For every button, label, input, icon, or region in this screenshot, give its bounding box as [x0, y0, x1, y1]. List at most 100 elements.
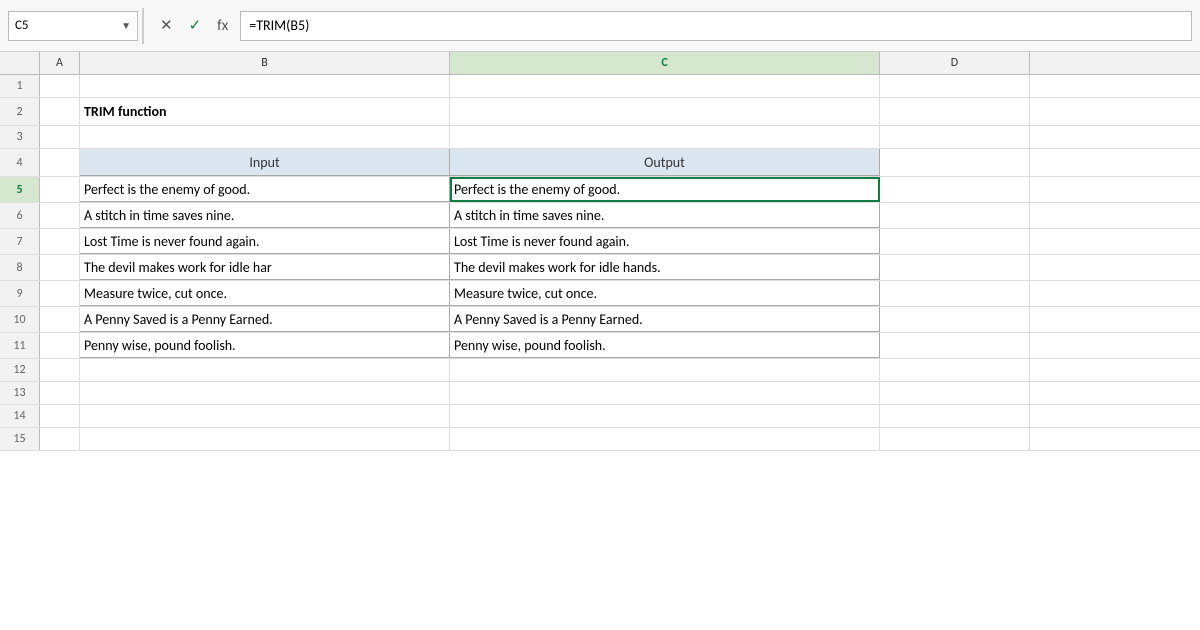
table-row: 8 The devil makes work for idle har The …	[0, 255, 1200, 281]
cell-A10[interactable]	[40, 307, 80, 332]
confirm-formula-icon[interactable]: ✓	[185, 14, 206, 37]
cell-D15[interactable]	[880, 428, 1030, 450]
row-number: 12	[0, 359, 40, 381]
spreadsheet: A B C D 1 2 TRIM function 3	[0, 52, 1200, 630]
name-box-dropdown-icon[interactable]: ▼	[121, 19, 131, 32]
row-number: 11	[0, 333, 40, 358]
cell-D14[interactable]	[880, 405, 1030, 427]
cell-D12[interactable]	[880, 359, 1030, 381]
col-header-C[interactable]: C	[450, 52, 880, 74]
cell-A2[interactable]	[40, 98, 80, 125]
cell-C10[interactable]: A Penny Saved is a Penny Earned.	[450, 307, 880, 332]
cancel-formula-icon[interactable]: ✕	[156, 14, 177, 37]
table-row: 9 Measure twice, cut once. Measure twice…	[0, 281, 1200, 307]
formula-input[interactable]: =TRIM(B5)	[240, 11, 1192, 41]
cell-C9[interactable]: Measure twice, cut once.	[450, 281, 880, 306]
cell-B6[interactable]: A stitch in time saves nine.	[80, 203, 450, 228]
cell-B1[interactable]	[80, 75, 450, 97]
cell-B14[interactable]	[80, 405, 450, 427]
cell-A13[interactable]	[40, 382, 80, 404]
cell-A1[interactable]	[40, 75, 80, 97]
cell-C6[interactable]: A stitch in time saves nine.	[450, 203, 880, 228]
cell-C2[interactable]	[450, 98, 880, 125]
cell-D2[interactable]	[880, 98, 1030, 125]
formula-bar: C5 ▼ ✕ ✓ fx =TRIM(B5)	[0, 0, 1200, 52]
cell-D3[interactable]	[880, 126, 1030, 148]
table-row: 14	[0, 405, 1200, 428]
cell-C7[interactable]: Lost Time is never found again.	[450, 229, 880, 254]
cell-B12[interactable]	[80, 359, 450, 381]
corner-cell	[0, 52, 40, 74]
cell-C12[interactable]	[450, 359, 880, 381]
cell-D4[interactable]	[880, 149, 1030, 176]
formula-bar-divider	[142, 8, 144, 44]
table-row: 13	[0, 382, 1200, 405]
cell-C4[interactable]: Output	[450, 149, 880, 176]
table-row: 3	[0, 126, 1200, 149]
cell-A15[interactable]	[40, 428, 80, 450]
cell-A6[interactable]	[40, 203, 80, 228]
cell-D6[interactable]	[880, 203, 1030, 228]
table-row: 10 A Penny Saved is a Penny Earned. A Pe…	[0, 307, 1200, 333]
cell-D8[interactable]	[880, 255, 1030, 280]
cell-C14[interactable]	[450, 405, 880, 427]
cell-C13[interactable]	[450, 382, 880, 404]
formula-content: =TRIM(B5)	[249, 17, 309, 34]
cell-A8[interactable]	[40, 255, 80, 280]
cell-B2[interactable]: TRIM function	[80, 98, 450, 125]
table-row: 7 Lost Time is never found again. Lost T…	[0, 229, 1200, 255]
cell-C8[interactable]: The devil makes work for idle hands.	[450, 255, 880, 280]
cell-B13[interactable]	[80, 382, 450, 404]
row-number: 6	[0, 203, 40, 228]
table-row: 6 A stitch in time saves nine. A stitch …	[0, 203, 1200, 229]
cell-B8[interactable]: The devil makes work for idle har	[80, 255, 450, 280]
cell-A12[interactable]	[40, 359, 80, 381]
row-number: 3	[0, 126, 40, 148]
col-header-D[interactable]: D	[880, 52, 1030, 74]
cell-C3[interactable]	[450, 126, 880, 148]
table-row: 11 Penny wise, pound foolish. Penny wise…	[0, 333, 1200, 359]
table-row: 2 TRIM function	[0, 98, 1200, 126]
col-header-A[interactable]: A	[40, 52, 80, 74]
cell-C5[interactable]: Perfect is the enemy of good.	[450, 177, 880, 202]
formula-icons: ✕ ✓ fx	[156, 14, 232, 37]
grid-body: 1 2 TRIM function 3 4 Input Outp	[0, 75, 1200, 451]
cell-C1[interactable]	[450, 75, 880, 97]
row-number: 14	[0, 405, 40, 427]
cell-B4[interactable]: Input	[80, 149, 450, 176]
col-header-B[interactable]: B	[80, 52, 450, 74]
cell-B3[interactable]	[80, 126, 450, 148]
fx-icon[interactable]: fx	[213, 15, 232, 37]
cell-C11[interactable]: Penny wise, pound foolish.	[450, 333, 880, 358]
cell-D11[interactable]	[880, 333, 1030, 358]
cell-C15[interactable]	[450, 428, 880, 450]
cell-B10[interactable]: A Penny Saved is a Penny Earned.	[80, 307, 450, 332]
table-row: 1	[0, 75, 1200, 98]
cell-A9[interactable]	[40, 281, 80, 306]
name-box[interactable]: C5 ▼	[8, 11, 138, 41]
cell-D7[interactable]	[880, 229, 1030, 254]
cell-B15[interactable]	[80, 428, 450, 450]
row-number: 13	[0, 382, 40, 404]
cell-D13[interactable]	[880, 382, 1030, 404]
cell-D9[interactable]	[880, 281, 1030, 306]
row-number: 8	[0, 255, 40, 280]
row-number: 4	[0, 149, 40, 176]
cell-D10[interactable]	[880, 307, 1030, 332]
cell-D5[interactable]	[880, 177, 1030, 202]
cell-D1[interactable]	[880, 75, 1030, 97]
cell-A11[interactable]	[40, 333, 80, 358]
cell-B7[interactable]: Lost Time is never found again.	[80, 229, 450, 254]
cell-A5[interactable]	[40, 177, 80, 202]
cell-A3[interactable]	[40, 126, 80, 148]
cell-A4[interactable]	[40, 149, 80, 176]
cell-A14[interactable]	[40, 405, 80, 427]
cell-B5[interactable]: Perfect is the enemy of good.	[80, 177, 450, 202]
cell-B11[interactable]: Penny wise, pound foolish.	[80, 333, 450, 358]
table-row: 12	[0, 359, 1200, 382]
row-number: 10	[0, 307, 40, 332]
cell-A7[interactable]	[40, 229, 80, 254]
cell-B9[interactable]: Measure twice, cut once.	[80, 281, 450, 306]
row-number: 9	[0, 281, 40, 306]
table-row: 4 Input Output	[0, 149, 1200, 177]
